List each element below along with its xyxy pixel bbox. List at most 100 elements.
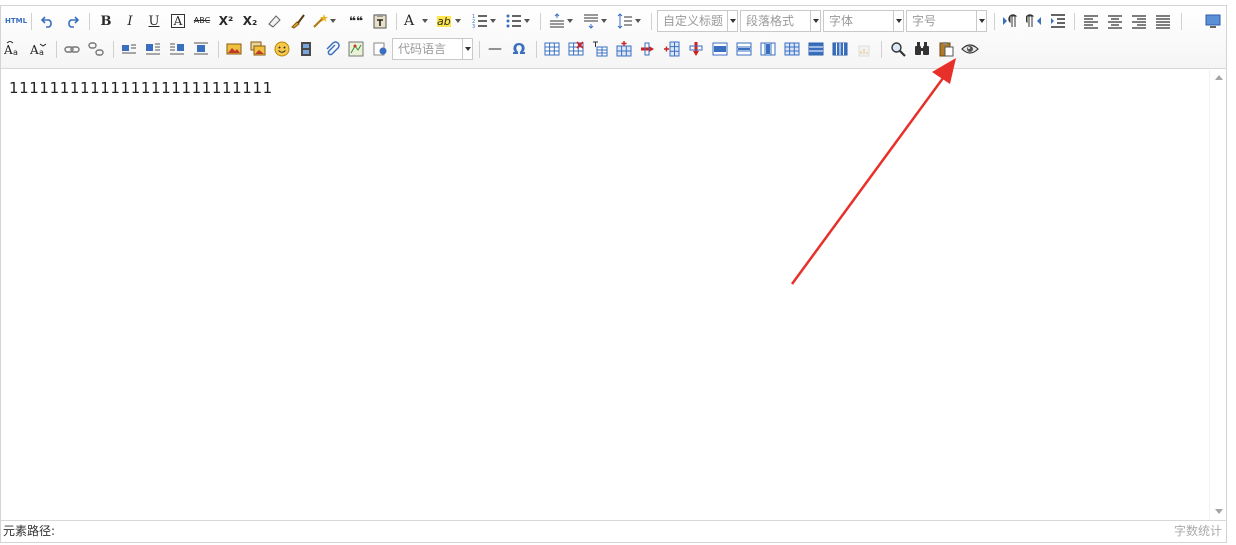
chevron-down-icon[interactable] — [976, 11, 986, 31]
word-count[interactable]: 字数统计 — [1174, 521, 1222, 542]
blockquote-button[interactable]: ❝❝ — [346, 11, 366, 31]
forecolor-button[interactable]: A — [404, 11, 428, 31]
custom-style-select[interactable]: 自定义标题 — [657, 10, 738, 32]
format-painter-button[interactable] — [288, 11, 308, 31]
scroll-down-icon[interactable] — [1215, 509, 1223, 514]
direction-ltr-button[interactable] — [1000, 11, 1020, 31]
link-button[interactable] — [62, 39, 82, 59]
print-preview-button[interactable] — [888, 39, 908, 59]
magnifier-icon — [891, 42, 906, 57]
autotypeset-button[interactable] — [312, 11, 336, 31]
multi-image-button[interactable] — [248, 39, 268, 59]
line-height-icon — [617, 13, 632, 29]
insert-caption-button[interactable] — [590, 39, 610, 59]
undo-button[interactable] — [38, 11, 58, 31]
touppercase-button[interactable]: Aa — [3, 39, 23, 59]
fullscreen-button[interactable] — [1203, 11, 1223, 31]
column-insert-icon — [664, 41, 680, 57]
image-right-button[interactable] — [167, 39, 187, 59]
toolbar-separator — [651, 13, 652, 30]
bold-button[interactable]: B — [96, 11, 116, 31]
font-size-value: 字号 — [912, 14, 937, 28]
emotion-button[interactable] — [272, 39, 292, 59]
rowspacing-top-button[interactable] — [549, 11, 573, 31]
rtl-icon — [1026, 14, 1041, 27]
editor-content-area[interactable]: 11111111111111111111111111 — [1, 69, 1210, 520]
delete-row-button[interactable] — [638, 39, 658, 59]
indent-icon — [1051, 14, 1065, 28]
map-button[interactable] — [346, 39, 366, 59]
html-source-button[interactable]: HTML — [5, 11, 27, 31]
justify-right-button[interactable] — [1129, 11, 1149, 31]
ordered-list-icon: 123 — [472, 14, 487, 29]
magic-wand-icon — [313, 14, 328, 28]
insert-image-button[interactable] — [224, 39, 244, 59]
justify-full-button[interactable] — [1153, 11, 1173, 31]
paste-button[interactable] — [936, 39, 956, 59]
indent-button[interactable] — [1048, 11, 1068, 31]
insert-video-button[interactable] — [296, 39, 316, 59]
split-rows-button[interactable] — [806, 39, 826, 59]
chevron-down-icon[interactable] — [462, 39, 472, 59]
dropdown-arrow-icon — [567, 19, 573, 23]
search-replace-button[interactable] — [912, 39, 932, 59]
split-cols-button[interactable] — [830, 39, 850, 59]
unordered-list-button[interactable] — [506, 11, 530, 31]
underline-button[interactable]: U — [144, 11, 164, 31]
special-chars-button[interactable]: Ω — [509, 39, 529, 59]
image-left-button[interactable] — [143, 39, 163, 59]
preview-button[interactable] — [960, 39, 980, 59]
charts-button[interactable] — [854, 39, 874, 59]
eraser-button[interactable] — [264, 11, 284, 31]
image-center-button[interactable] — [191, 39, 211, 59]
direction-rtl-button[interactable] — [1024, 11, 1044, 31]
rowspacing-bottom-button[interactable] — [583, 11, 607, 31]
insert-table-button[interactable] — [542, 39, 562, 59]
font-family-select[interactable]: 字体 — [823, 10, 904, 32]
paragraph-format-select[interactable]: 段落格式 — [740, 10, 821, 32]
insert-code-button[interactable] — [370, 39, 390, 59]
toolbar-row-2: Aa Aa 代码语言 — Ω — [1, 35, 1226, 63]
chevron-down-icon[interactable] — [893, 11, 903, 31]
code-language-select[interactable]: 代码语言 — [392, 38, 473, 60]
toolbar-separator — [218, 41, 219, 58]
redo-button[interactable] — [62, 11, 82, 31]
split-cells-button[interactable] — [782, 39, 802, 59]
svg-text:3: 3 — [472, 24, 475, 29]
ordered-list-button[interactable]: 123 — [472, 11, 496, 31]
subscript-button[interactable]: X₂ — [240, 11, 260, 31]
strikethrough-button[interactable]: ABC — [192, 11, 212, 31]
justify-center-button[interactable] — [1105, 11, 1125, 31]
merge-cells-button[interactable] — [710, 39, 730, 59]
attachment-button[interactable] — [322, 39, 342, 59]
chevron-down-icon[interactable] — [810, 11, 820, 31]
scroll-up-icon[interactable] — [1215, 75, 1223, 80]
backcolor-button[interactable]: ab — [437, 11, 461, 31]
delete-table-button[interactable] — [566, 39, 586, 59]
fontborder-button[interactable]: A — [168, 11, 188, 31]
image-none-button[interactable] — [119, 39, 139, 59]
chevron-down-icon[interactable] — [727, 11, 737, 31]
insert-row-button[interactable] — [614, 39, 634, 59]
italic-button[interactable]: I — [120, 11, 140, 31]
font-size-select[interactable]: 字号 — [906, 10, 987, 32]
image-inline-icon — [122, 44, 136, 54]
unlink-button[interactable] — [86, 39, 106, 59]
html-label: HTML — [4, 16, 28, 25]
paste-text-icon — [373, 14, 387, 29]
insert-col-button[interactable] — [662, 39, 682, 59]
superscript-button[interactable]: X² — [216, 11, 236, 31]
pasteplain-button[interactable] — [370, 11, 390, 31]
row-delete-icon — [641, 42, 654, 56]
lineheight-button[interactable] — [617, 11, 641, 31]
justify-left-button[interactable] — [1081, 11, 1101, 31]
code-icon — [373, 42, 387, 56]
horizontal-rule-button[interactable]: — — [485, 39, 505, 59]
tolowercase-button[interactable]: Aa — [29, 39, 49, 59]
delete-col-button[interactable] — [686, 39, 706, 59]
paperclip-icon — [326, 41, 340, 56]
merge-right-button[interactable] — [734, 39, 754, 59]
merge-down-button[interactable] — [758, 39, 778, 59]
dropdown-arrow-icon — [455, 19, 461, 23]
editor-scrollbar[interactable] — [1209, 69, 1226, 520]
